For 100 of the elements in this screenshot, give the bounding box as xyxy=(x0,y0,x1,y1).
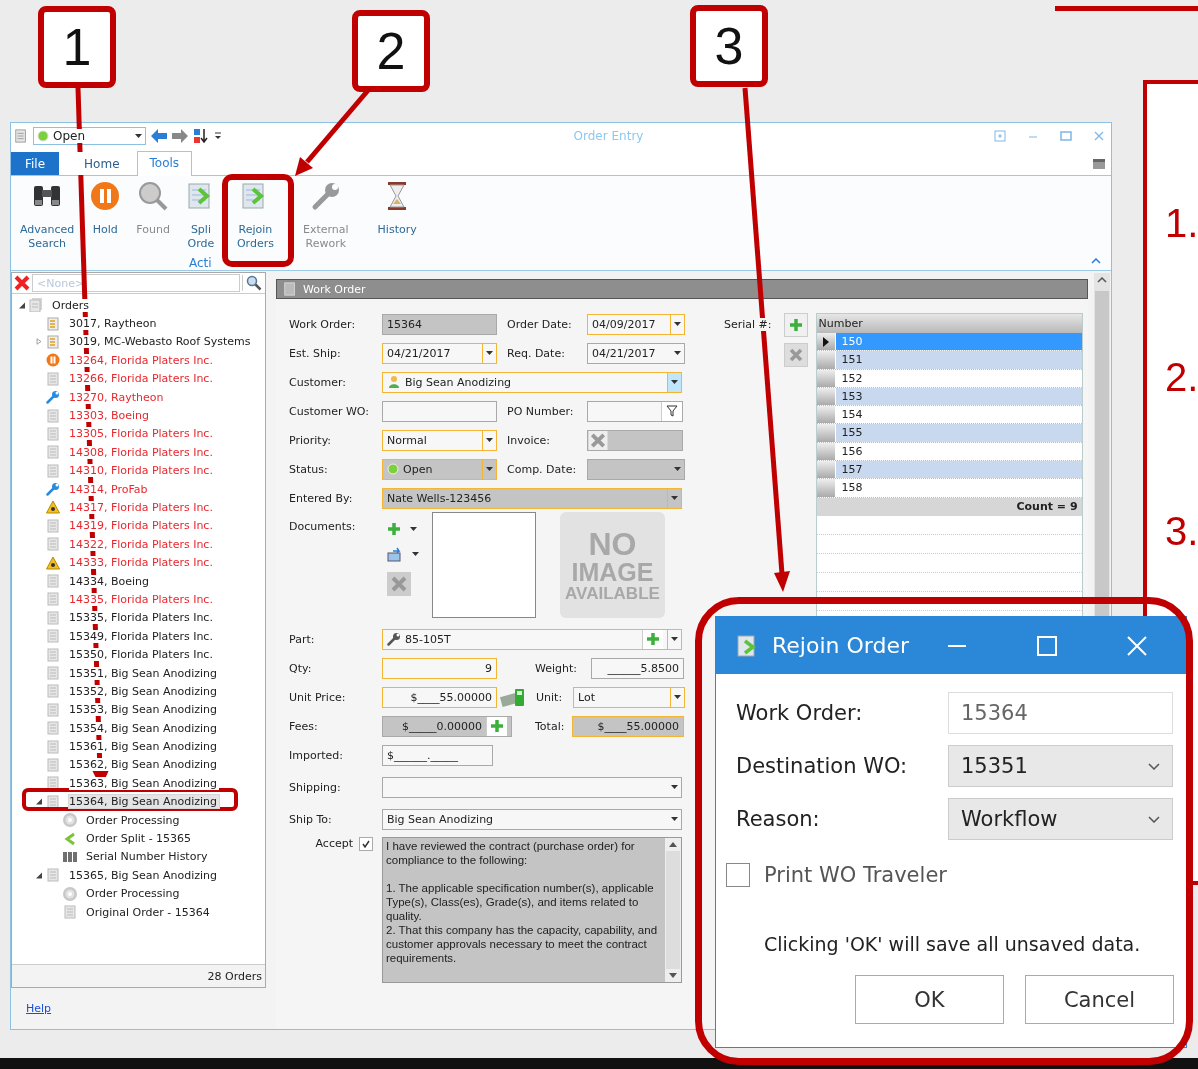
tree-item[interactable]: Original Order - 15364 xyxy=(12,902,265,922)
tree-item[interactable]: 15362, Big Sean Anodizing xyxy=(12,755,265,775)
tree-item[interactable]: 13305, Florida Platers Inc. xyxy=(12,424,265,444)
tree-item[interactable]: 13264, Florida Platers Inc. xyxy=(12,351,265,370)
ribbon-button[interactable]: Spli Orde xyxy=(181,180,220,251)
forward-arrow-icon[interactable] xyxy=(172,128,188,144)
tree-item[interactable]: 15363, Big Sean Anodizing xyxy=(12,774,265,793)
filter-field[interactable]: <None> xyxy=(32,274,240,292)
tree-item[interactable]: 14310, Florida Platers Inc. xyxy=(12,461,265,480)
dropdown-button[interactable] xyxy=(482,343,496,363)
table-cell[interactable]: 151 xyxy=(835,351,1082,369)
sort-icon[interactable] xyxy=(193,128,209,144)
scroll-down-icon[interactable] xyxy=(669,973,677,978)
tree-item[interactable]: 15352, Big Sean Anodizing xyxy=(12,682,265,701)
status-combo[interactable]: Open xyxy=(382,458,497,480)
date-field[interactable]: 04/21/2017 xyxy=(587,342,685,364)
caret-icon[interactable] xyxy=(412,552,419,556)
tree-item[interactable]: 14319, Florida Platers Inc. xyxy=(12,516,265,536)
dialog-button[interactable]: OK xyxy=(855,975,1004,1024)
customize-icon[interactable] xyxy=(214,132,222,140)
tree-item[interactable]: 15351, Big Sean Anodizing xyxy=(12,663,265,683)
tree-item[interactable]: 13303, Boeing xyxy=(12,406,265,425)
ribbon-button[interactable]: Advanced Search xyxy=(17,180,78,251)
tree-item[interactable]: 15354, Big Sean Anodizing xyxy=(12,719,265,738)
caret-icon[interactable] xyxy=(410,527,417,531)
dialog-button[interactable]: Cancel xyxy=(1025,975,1174,1024)
dropdown-button[interactable] xyxy=(670,687,684,707)
table-cell[interactable]: 152 xyxy=(835,369,1082,387)
ribbon-button[interactable]: Hold xyxy=(86,180,125,237)
expanded-icon[interactable] xyxy=(36,871,42,879)
part-combo[interactable]: 85-105T xyxy=(382,628,682,650)
table-cell[interactable]: 156 xyxy=(835,442,1082,461)
combo-box[interactable]: 15351 xyxy=(948,745,1173,787)
dropdown-button[interactable] xyxy=(667,488,681,508)
collapsed-icon[interactable] xyxy=(36,338,42,346)
expanded-icon[interactable] xyxy=(36,798,42,806)
tree-item[interactable]: 15335, Florida Platers Inc. xyxy=(12,608,265,628)
scroll-up-icon[interactable] xyxy=(669,842,677,847)
accept-checkbox[interactable] xyxy=(359,837,373,851)
tree-item[interactable]: 14314, ProFab xyxy=(12,479,265,499)
dropdown-button[interactable] xyxy=(667,372,681,392)
text-field[interactable] xyxy=(382,400,497,422)
tree-item[interactable]: 15364, Big Sean Anodizing xyxy=(12,792,265,811)
combo-box[interactable]: Normal xyxy=(382,429,497,451)
add-icon[interactable] xyxy=(387,522,401,536)
tree-item[interactable]: 15365, Big Sean Anodizing xyxy=(12,866,265,885)
tree-item[interactable]: Orders xyxy=(12,296,265,315)
close-icon[interactable] xyxy=(1093,130,1105,142)
ribbon-tab[interactable]: File xyxy=(11,152,60,175)
invoice-field[interactable] xyxy=(587,429,683,451)
status-combo[interactable]: Open xyxy=(33,127,146,145)
dropdown-button[interactable] xyxy=(482,459,496,479)
document-list[interactable] xyxy=(432,512,536,618)
scroll-up-icon[interactable] xyxy=(1097,277,1107,283)
clapper-icon[interactable] xyxy=(1092,158,1106,170)
checkbox[interactable] xyxy=(726,863,750,887)
tree-item[interactable]: 15350, Florida Platers Inc. xyxy=(12,645,265,664)
tree-item[interactable]: 14334, Boeing xyxy=(12,571,265,591)
table-cell[interactable]: 157 xyxy=(835,461,1082,479)
search-icon[interactable] xyxy=(242,275,262,291)
number-field[interactable]: ______5.8500 xyxy=(591,657,684,679)
tree-item[interactable]: 14322, Florida Platers Inc. xyxy=(12,535,265,554)
price-field[interactable]: $_____0.00000 xyxy=(382,715,512,737)
ribbon-button[interactable]: Rejoin Orders xyxy=(233,180,277,251)
column-header[interactable]: Number xyxy=(816,314,1082,333)
tree-item[interactable]: 13270, Raytheon xyxy=(12,387,265,407)
add-button[interactable] xyxy=(486,716,507,736)
dropdown-button[interactable] xyxy=(670,314,684,334)
tree-item[interactable]: 3017, Raytheon xyxy=(12,314,265,333)
date-field[interactable]: 04/21/2017 xyxy=(382,342,497,364)
ribbon-button[interactable]: History xyxy=(374,180,420,237)
number-field[interactable]: 9 xyxy=(382,657,497,679)
back-arrow-icon[interactable] xyxy=(151,128,167,144)
price-field[interactable]: $____55.00000 xyxy=(382,686,497,708)
tree-item[interactable]: 3019, MC-Webasto Roof Systems xyxy=(12,332,265,352)
tree-item[interactable]: Order Split - 15365 xyxy=(12,829,265,848)
terms-box[interactable] xyxy=(382,837,682,983)
date-field[interactable] xyxy=(587,458,685,480)
combo-box[interactable]: Lot xyxy=(573,686,685,708)
tree-item[interactable]: 14317, Florida Platers Inc. xyxy=(12,498,265,517)
table-cell[interactable]: 154 xyxy=(835,406,1082,424)
scroll-thumb[interactable] xyxy=(666,851,680,969)
tree-item[interactable]: 15349, Florida Platers Inc. xyxy=(12,627,265,646)
ribbon-tab[interactable]: Tools xyxy=(136,151,193,176)
customer-combo[interactable]: Big Sean Anodizing xyxy=(382,371,682,393)
combo-box[interactable]: Big Sean Anodizing xyxy=(382,808,682,830)
tree-item[interactable]: 14308, Florida Platers Inc. xyxy=(12,443,265,462)
collapse-icon[interactable] xyxy=(1091,258,1101,264)
dropdown-button[interactable] xyxy=(482,430,496,450)
combo-box[interactable]: Nate Wells-123456 xyxy=(382,487,682,509)
money-icon[interactable] xyxy=(500,687,526,707)
tree-item[interactable]: 15353, Big Sean Anodizing xyxy=(12,700,265,719)
text-field[interactable]: 15364 xyxy=(382,313,497,335)
attach-icon[interactable] xyxy=(387,546,403,562)
table-cell[interactable]: 155 xyxy=(835,424,1082,442)
dropdown-button[interactable] xyxy=(667,629,681,649)
delete-icon[interactable] xyxy=(588,430,608,450)
row-selector[interactable] xyxy=(816,333,836,351)
text-field[interactable] xyxy=(587,400,683,422)
combo-box[interactable]: Workflow xyxy=(948,798,1173,840)
